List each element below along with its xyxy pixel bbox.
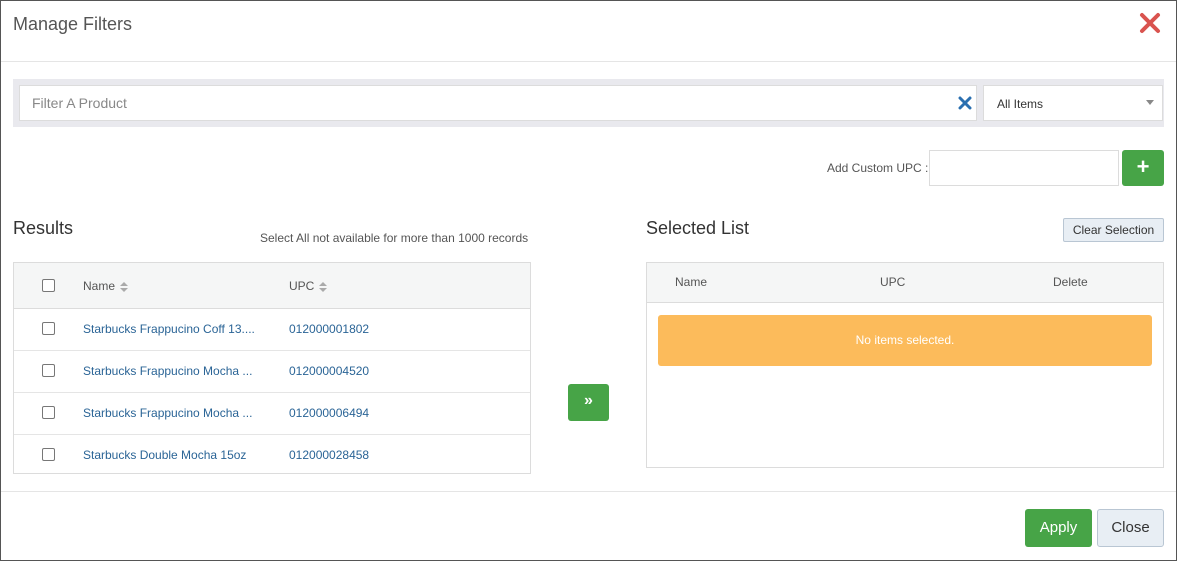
row-product-upc[interactable]: 012000028458 xyxy=(289,448,369,462)
column-header-name-label: Name xyxy=(83,279,116,293)
table-row: Starbucks Frappucino Coff 13.... 0120000… xyxy=(14,309,530,351)
select-all-note: Select All not available for more than 1… xyxy=(260,231,529,245)
row-checkbox[interactable] xyxy=(42,448,55,461)
row-checkbox[interactable] xyxy=(42,364,55,377)
selected-column-upc: UPC xyxy=(880,275,906,289)
table-row: Starbucks Frappucino Mocha ... 012000004… xyxy=(14,351,530,393)
filter-bar: All Items xyxy=(13,79,1164,127)
row-product-upc[interactable]: 012000004520 xyxy=(289,364,369,378)
modal-header: Manage Filters xyxy=(1,1,1176,62)
row-product-name[interactable]: Starbucks Frappucino Mocha ... xyxy=(83,406,263,420)
manage-filters-modal: Manage Filters All Items Add Custom UPC … xyxy=(0,0,1177,561)
filter-product-input[interactable] xyxy=(20,86,950,120)
clear-selection-button[interactable]: Clear Selection xyxy=(1063,218,1164,242)
row-product-upc[interactable]: 012000006494 xyxy=(289,406,369,420)
row-product-upc[interactable]: 012000001802 xyxy=(289,322,369,336)
select-all-checkbox[interactable] xyxy=(42,279,55,292)
row-product-name[interactable]: Starbucks Double Mocha 15oz xyxy=(83,448,263,462)
close-icon[interactable] xyxy=(1138,11,1162,35)
selected-column-delete: Delete xyxy=(1053,275,1088,289)
custom-upc-label: Add Custom UPC : xyxy=(827,161,929,175)
row-checkbox[interactable] xyxy=(42,322,55,335)
selected-table-header: Name UPC Delete xyxy=(647,263,1163,303)
filter-product-box xyxy=(19,85,977,121)
item-type-select[interactable]: All Items xyxy=(983,85,1163,121)
selected-list-table: Name UPC Delete No items selected. xyxy=(646,262,1164,468)
modal-footer-divider xyxy=(1,491,1176,492)
item-type-value: All Items xyxy=(997,97,1044,111)
close-button[interactable]: Close xyxy=(1097,509,1164,547)
clear-filter-icon[interactable] xyxy=(958,96,972,110)
results-table-header: Name UPC xyxy=(14,263,530,309)
row-product-name[interactable]: Starbucks Frappucino Mocha ... xyxy=(83,364,263,378)
table-row: Starbucks Frappucino Mocha ... 012000006… xyxy=(14,393,530,435)
sort-icon xyxy=(319,281,328,292)
column-header-name[interactable]: Name xyxy=(83,279,129,293)
no-items-alert: No items selected. xyxy=(658,315,1152,366)
results-title: Results xyxy=(13,218,74,238)
selected-column-name: Name xyxy=(675,275,708,289)
results-table: Name UPC Starbucks Frappucino Coff 13...… xyxy=(13,262,531,474)
selected-list-title: Selected List xyxy=(646,218,750,238)
double-chevron-right-icon: » xyxy=(584,392,593,409)
row-product-name[interactable]: Starbucks Frappucino Coff 13.... xyxy=(83,322,263,336)
column-header-upc[interactable]: UPC xyxy=(289,279,328,293)
move-to-selected-button[interactable]: » xyxy=(568,384,609,421)
modal-title: Manage Filters xyxy=(13,14,133,34)
plus-icon: + xyxy=(1136,154,1150,179)
apply-button[interactable]: Apply xyxy=(1025,509,1092,547)
sort-icon xyxy=(120,281,129,292)
row-checkbox[interactable] xyxy=(42,406,55,419)
custom-upc-input[interactable] xyxy=(929,150,1119,186)
column-header-upc-label: UPC xyxy=(289,279,315,293)
chevron-down-icon xyxy=(1146,100,1154,105)
table-row: Starbucks Double Mocha 15oz 012000028458 xyxy=(14,435,530,477)
add-custom-upc-button[interactable]: + xyxy=(1122,150,1164,186)
